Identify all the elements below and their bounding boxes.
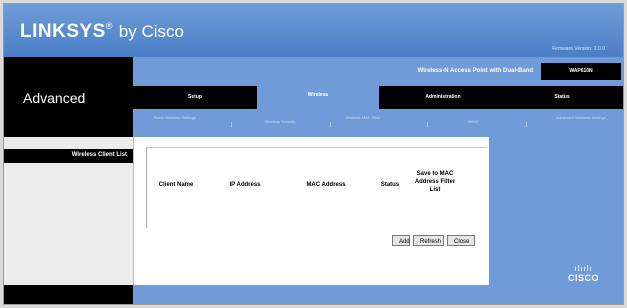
tab-administration[interactable]: Administration — [383, 86, 503, 109]
footer-right — [133, 285, 623, 304]
subtab-separator: | — [330, 122, 332, 128]
subtab-wireless-security[interactable]: Wireless Security — [245, 119, 315, 125]
sidebar-label-bar: Wireless Client List — [4, 149, 133, 163]
header-client-name: Client Name — [158, 182, 194, 188]
header-band: LINKSYS® by Cisco Firmware Version: 1.0.… — [4, 4, 623, 57]
header-status: Status — [380, 182, 400, 188]
header-save-to-filter: Save to MAC Address Filter List — [414, 171, 456, 193]
cisco-bars-icon: ılıılı — [574, 264, 593, 273]
tab-wireless[interactable]: Wireless — [257, 84, 379, 109]
subtab-separator: | — [526, 122, 528, 128]
firmware-version: Firmware Version: 1.0.0 — [552, 46, 605, 52]
registered-mark: ® — [105, 21, 113, 31]
empty-cell: -- — [235, 200, 238, 205]
tab-status[interactable]: Status — [507, 86, 617, 109]
footer-left — [4, 285, 133, 304]
section-title: Advanced — [23, 90, 86, 106]
close-button[interactable]: Close — [447, 235, 475, 246]
sidebar-label: Wireless Client List — [71, 152, 127, 158]
refresh-button[interactable]: Refresh — [413, 235, 444, 246]
cisco-logo: ılıılı CISCO — [567, 264, 599, 284]
subtab-separator: | — [231, 122, 233, 128]
subtab-wmm[interactable]: WMM — [453, 119, 493, 125]
cisco-text: CISCO — [567, 273, 599, 283]
model-number: WAP610N — [541, 63, 621, 80]
logo-by-cisco: by Cisco — [118, 22, 184, 41]
subtab-separator: | — [427, 122, 429, 128]
product-name: Wireless-N Access Point with Dual-Band — [417, 68, 533, 74]
header-ip-address: IP Address — [229, 182, 261, 188]
empty-cell: -- — [161, 200, 164, 205]
main-tabs: Setup Wireless Administration Status — [133, 84, 623, 109]
tab-setup[interactable]: Setup — [145, 86, 245, 109]
linksys-logo: LINKSYS® by Cisco — [20, 21, 184, 43]
product-bar: Wireless-N Access Point with Dual-Band W… — [133, 62, 623, 81]
logo-text: LINKSYS — [20, 21, 106, 42]
right-panel: ılıılı CISCO — [489, 137, 623, 285]
add-button[interactable]: Add — [392, 235, 410, 246]
header-mac-address: MAC Address — [306, 182, 346, 188]
subtab-advanced-wireless[interactable]: Advanced Wireless Settings — [551, 115, 611, 121]
sub-tabs: Basic Wireless Settings | Wireless Secur… — [133, 110, 623, 137]
empty-cell: -- — [317, 200, 320, 205]
subtab-basic-wireless[interactable]: Basic Wireless Settings — [147, 115, 203, 121]
main-content: Client Name IP Address MAC Address Statu… — [133, 137, 489, 285]
subtab-mac-filter[interactable]: Wireless MAC Filter — [341, 115, 385, 121]
client-table: Client Name IP Address MAC Address Statu… — [146, 147, 487, 228]
